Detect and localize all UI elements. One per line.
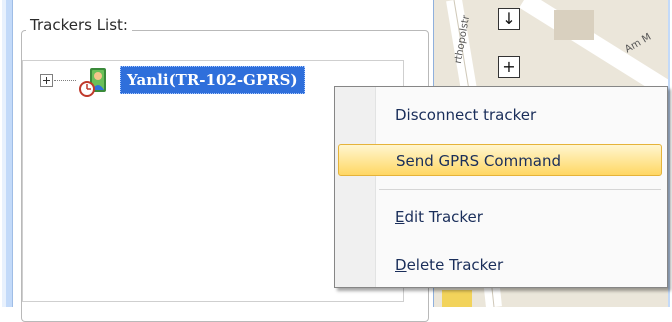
tracker-node-label[interactable]: Yanli(TR-102-GPRS) <box>120 66 305 94</box>
context-menu: Disconnect tracker Send GPRS Command Edi… <box>334 86 668 288</box>
edit-tracker-item[interactable]: Edit Tracker <box>379 201 661 233</box>
expand-node-icon[interactable] <box>40 74 53 87</box>
zoom-in-button[interactable]: + <box>498 56 520 78</box>
send-gprs-command-item[interactable]: Send GPRS Command <box>338 144 662 176</box>
delete-mnemonic: D <box>395 256 407 274</box>
edit-label-rest: dit Tracker <box>404 208 483 226</box>
menu-icon-gutter <box>335 87 376 287</box>
tracker-person-icon <box>79 68 106 97</box>
pan-down-button[interactable]: ↓ <box>498 8 520 30</box>
trackers-list-title: Trackers List: <box>26 16 132 34</box>
delete-tracker-item[interactable]: Delete Tracker <box>379 249 661 281</box>
tree-connector <box>54 80 76 81</box>
delete-label-rest: elete Tracker <box>406 256 504 274</box>
disconnect-tracker-item[interactable]: Disconnect tracker <box>379 99 661 131</box>
menu-separator <box>379 189 661 190</box>
